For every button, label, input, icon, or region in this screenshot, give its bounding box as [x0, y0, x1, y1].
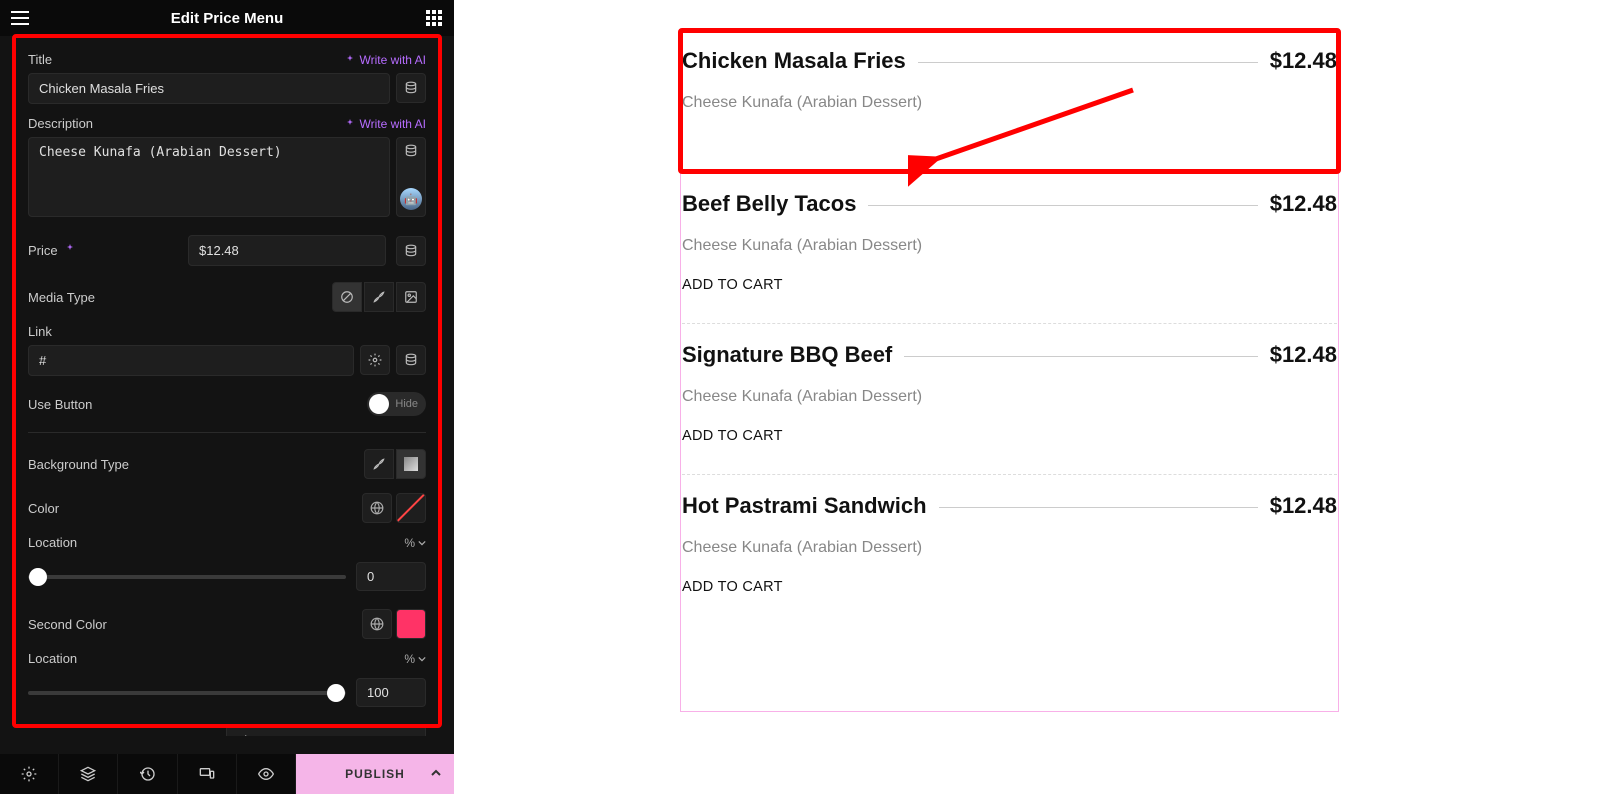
brush-icon[interactable]	[364, 282, 394, 312]
sidebar-title: Edit Price Menu	[32, 10, 422, 27]
bottom-toolbar: PUBLISH	[0, 754, 454, 794]
add-to-cart-link[interactable]: ADD TO CART	[682, 579, 1337, 595]
chevron-up-icon	[430, 767, 442, 782]
menu-item-price: $12.48	[1270, 493, 1337, 519]
location-slider-1[interactable]	[28, 575, 346, 579]
database-icon[interactable]	[396, 73, 426, 103]
gear-icon[interactable]	[360, 345, 390, 375]
sidebar-header: Edit Price Menu	[0, 0, 454, 36]
none-icon[interactable]	[332, 282, 362, 312]
publish-label: PUBLISH	[345, 767, 405, 781]
menu-item-title: Hot Pastrami Sandwich	[682, 493, 927, 519]
hamburger-icon[interactable]	[8, 6, 32, 30]
type-label: Type	[28, 733, 56, 736]
history-icon[interactable]	[118, 754, 177, 794]
brush-icon[interactable]	[364, 449, 394, 479]
unit-percent[interactable]: %	[404, 536, 426, 550]
slider-knob[interactable]	[327, 684, 345, 702]
menu-item[interactable]: Signature BBQ Beef $12.48 Cheese Kunafa …	[682, 324, 1337, 475]
price-input[interactable]	[188, 235, 386, 266]
price-label: Price	[28, 243, 58, 258]
database-icon[interactable]	[396, 236, 426, 266]
menu-item[interactable]: Hot Pastrami Sandwich $12.48 Cheese Kuna…	[682, 475, 1337, 625]
second-color-label: Second Color	[28, 617, 107, 632]
location-slider-2[interactable]	[28, 691, 346, 695]
ai-link-label: Write with AI	[360, 53, 426, 67]
menu-dots	[868, 205, 1257, 206]
color-label: Color	[28, 501, 59, 516]
location-value-1[interactable]	[356, 562, 426, 591]
description-label: Description	[28, 116, 93, 131]
ai-link-label: Write with AI	[360, 117, 426, 131]
eye-icon[interactable]	[237, 754, 296, 794]
image-icon[interactable]	[396, 282, 426, 312]
database-icon[interactable]	[404, 144, 418, 163]
menu-dots	[939, 507, 1258, 508]
color-swatch-pink[interactable]	[396, 609, 426, 639]
media-type-group	[332, 282, 426, 312]
globe-icon[interactable]	[362, 609, 392, 639]
menu-item-title: Signature BBQ Beef	[682, 342, 892, 368]
layers-icon[interactable]	[59, 754, 118, 794]
menu-item-desc: Cheese Kunafa (Arabian Dessert)	[682, 94, 1337, 112]
publish-button[interactable]: PUBLISH	[296, 754, 454, 794]
toggle-state-label: Hide	[395, 398, 418, 410]
write-with-ai-title[interactable]: Write with AI	[344, 53, 426, 67]
menu-item-price: $12.48	[1270, 342, 1337, 368]
location-value-2[interactable]	[356, 678, 426, 707]
add-to-cart-link[interactable]: ADD TO CART	[682, 428, 1337, 444]
globe-icon[interactable]	[362, 493, 392, 523]
title-label: Title	[28, 52, 52, 67]
price-menu-container: Chicken Masala Fries $12.48 Cheese Kunaf…	[682, 30, 1337, 625]
preview-canvas: Chicken Masala Fries $12.48 Cheese Kunaf…	[454, 0, 1600, 794]
menu-item[interactable]: Chicken Masala Fries $12.48 Cheese Kunaf…	[682, 30, 1337, 173]
type-select[interactable]	[226, 725, 426, 736]
textarea-side-tools: 🤖	[396, 137, 426, 217]
menu-dots	[918, 62, 1258, 63]
grid-icon[interactable]	[422, 6, 446, 30]
location-label: Location	[28, 535, 77, 550]
unit-percent-2[interactable]: %	[404, 652, 426, 666]
menu-item-desc: Cheese Kunafa (Arabian Dessert)	[682, 388, 1337, 406]
write-with-ai-desc[interactable]: Write with AI	[344, 117, 426, 131]
use-button-label: Use Button	[28, 397, 92, 412]
sparkle-icon[interactable]	[64, 242, 76, 260]
add-to-cart-link[interactable]: ADD TO CART	[682, 277, 1337, 293]
location-label-2: Location	[28, 651, 77, 666]
database-icon[interactable]	[396, 345, 426, 375]
devices-icon[interactable]	[178, 754, 237, 794]
menu-item-title: Chicken Masala Fries	[682, 48, 906, 74]
slider-knob[interactable]	[29, 568, 47, 586]
divider	[28, 432, 426, 433]
media-type-label: Media Type	[28, 290, 95, 305]
link-label: Link	[28, 324, 52, 339]
color-swatch-none[interactable]	[396, 493, 426, 523]
panel-body: Title Write with AI Description Write wi…	[18, 40, 436, 736]
menu-dots	[904, 356, 1257, 357]
background-type-group	[364, 449, 426, 479]
link-input[interactable]	[28, 345, 354, 376]
background-type-label: Background Type	[28, 457, 129, 472]
description-input[interactable]	[28, 137, 390, 217]
ai-avatar-icon[interactable]: 🤖	[400, 188, 422, 210]
menu-item-price: $12.48	[1270, 48, 1337, 74]
menu-item[interactable]: Beef Belly Tacos $12.48 Cheese Kunafa (A…	[682, 173, 1337, 324]
gradient-icon[interactable]	[396, 449, 426, 479]
menu-item-desc: Cheese Kunafa (Arabian Dessert)	[682, 539, 1337, 557]
menu-item-desc: Cheese Kunafa (Arabian Dessert)	[682, 237, 1337, 255]
title-input[interactable]	[28, 73, 390, 104]
toggle-knob	[369, 394, 389, 414]
editor-sidebar: Edit Price Menu Title Write with AI Desc…	[0, 0, 454, 794]
use-button-toggle[interactable]: Hide	[367, 392, 426, 416]
menu-item-title: Beef Belly Tacos	[682, 191, 856, 217]
menu-item-price: $12.48	[1270, 191, 1337, 217]
gear-icon[interactable]	[0, 754, 59, 794]
